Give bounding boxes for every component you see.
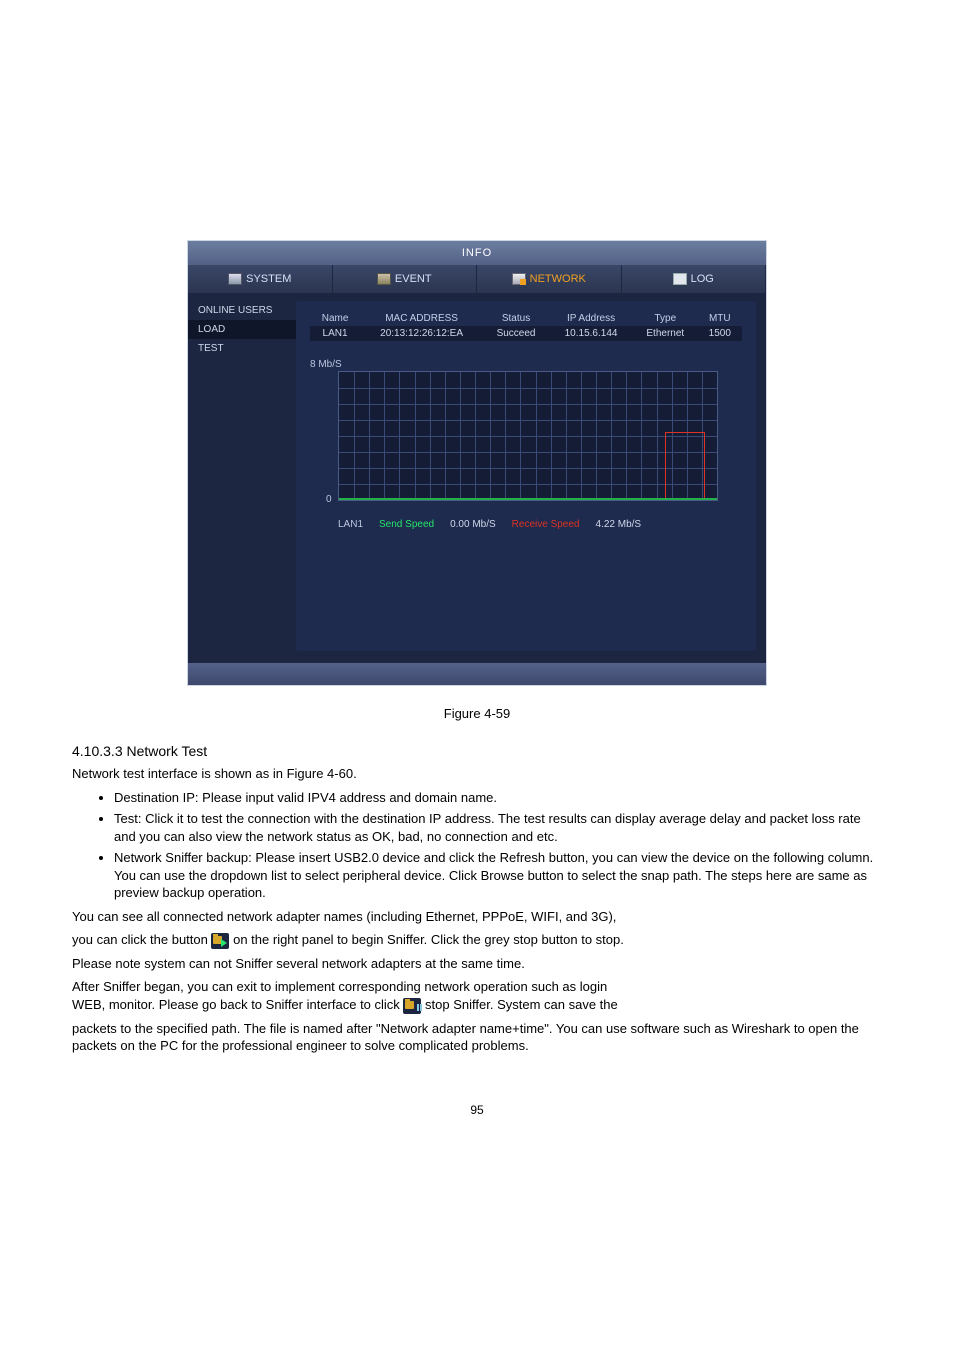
bullet-list: Destination IP: Please input valid IPV4 … (114, 789, 882, 902)
text-fragment: stop Sniffer. System can save the (425, 997, 618, 1012)
cell-mac: 20:13:12:26:12:EA (360, 326, 483, 341)
text-fragment: After Sniffer began, you can exit to imp… (72, 979, 607, 994)
system-icon (228, 273, 242, 285)
content-panel: Name MAC ADDRESS Status IP Address Type … (296, 301, 756, 651)
paragraph: packets to the specified path. The file … (72, 1020, 882, 1055)
info-window: INFO SYSTEM EVENT NETWORK LOG ONLINE USE… (187, 240, 767, 686)
legend-send-label: Send Speed (379, 519, 434, 530)
cell-type: Ethernet (633, 326, 698, 341)
legend-recv-value: 4.22 Mb/S (596, 519, 642, 530)
col-name: Name (310, 311, 360, 326)
paragraph: Please note system can not Sniffer sever… (72, 955, 882, 973)
sidebar-item-online-users[interactable]: ONLINE USERS (188, 301, 296, 320)
list-item: Destination IP: Please input valid IPV4 … (114, 789, 882, 807)
legend-recv-label: Receive Speed (512, 519, 580, 530)
col-type: Type (633, 311, 698, 326)
log-icon (673, 273, 687, 285)
tab-label: LOG (691, 273, 714, 285)
y-min-label: 0 (326, 494, 332, 505)
table-row[interactable]: LAN1 20:13:12:26:12:EA Succeed 10.15.6.1… (310, 326, 742, 341)
sniffer-start-icon (211, 933, 229, 949)
cell-status: Succeed (483, 326, 549, 341)
paragraph: After Sniffer began, you can exit to imp… (72, 978, 882, 1013)
col-mac: MAC ADDRESS (360, 311, 483, 326)
chart-grid (338, 371, 718, 501)
text-fragment: WEB, monitor. Please go back to Sniffer … (72, 997, 403, 1012)
network-icon (512, 273, 526, 285)
send-speed-line (339, 498, 717, 500)
figure-caption: Figure 4-59 (72, 706, 882, 721)
tab-event[interactable]: EVENT (333, 265, 478, 293)
chart-legend: LAN1 Send Speed 0.00 Mb/S Receive Speed … (310, 519, 742, 530)
paragraph: Network test interface is shown as in Fi… (72, 765, 882, 783)
page-number: 95 (72, 1103, 882, 1117)
network-table: Name MAC ADDRESS Status IP Address Type … (310, 311, 742, 341)
sidebar-item-load[interactable]: LOAD (188, 320, 296, 339)
col-mtu: MTU (698, 311, 742, 326)
sniffer-stop-icon (403, 998, 421, 1014)
tab-network[interactable]: NETWORK (477, 265, 622, 293)
tab-label: SYSTEM (246, 273, 291, 285)
list-item: Network Sniffer backup: Please insert US… (114, 849, 882, 902)
tab-log[interactable]: LOG (622, 265, 767, 293)
paragraph: You can see all connected network adapte… (72, 908, 882, 926)
list-item: Test: Click it to test the connection wi… (114, 810, 882, 845)
window-footer (188, 663, 766, 685)
tab-system[interactable]: SYSTEM (188, 265, 333, 293)
receive-speed-line (665, 432, 705, 500)
y-max-label: 8 Mb/S (310, 359, 342, 370)
col-ip: IP Address (549, 311, 633, 326)
text-fragment: on the right panel to begin Sniffer. Cli… (233, 932, 624, 947)
cell-name: LAN1 (310, 326, 360, 341)
bandwidth-chart: 8 Mb/S 0 (310, 371, 742, 501)
col-status: Status (483, 311, 549, 326)
legend-lan: LAN1 (338, 519, 363, 530)
text-fragment: you can click the button (72, 932, 211, 947)
sidebar-item-test[interactable]: TEST (188, 339, 296, 358)
event-icon (377, 273, 391, 285)
section-heading: 4.10.3.3 Network Test (72, 743, 882, 759)
cell-ip: 10.15.6.144 (549, 326, 633, 341)
tab-label: EVENT (395, 273, 432, 285)
sidebar: ONLINE USERS LOAD TEST (188, 293, 296, 663)
window-title: INFO (188, 241, 766, 265)
cell-mtu: 1500 (698, 326, 742, 341)
paragraph: you can click the button on the right pa… (72, 931, 882, 949)
tab-bar: SYSTEM EVENT NETWORK LOG (188, 265, 766, 293)
legend-send-value: 0.00 Mb/S (450, 519, 496, 530)
tab-label: NETWORK (530, 273, 586, 285)
